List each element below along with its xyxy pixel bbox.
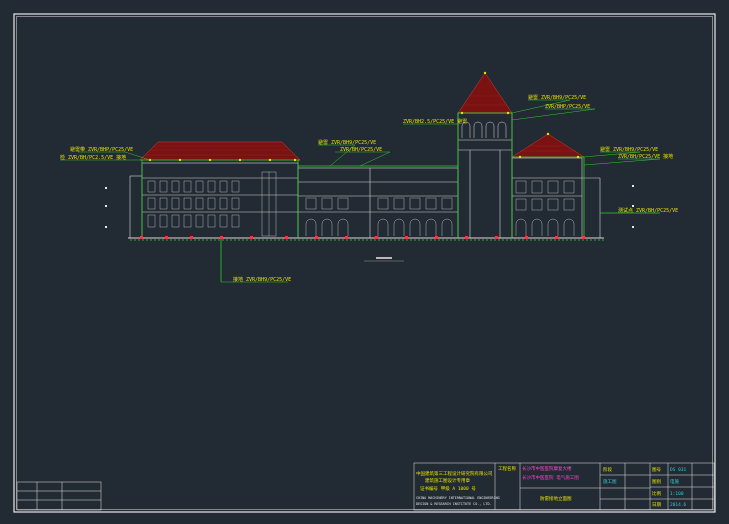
tower-roof bbox=[457, 72, 513, 114]
project-name-1: 长沙市中医医院康复大楼 bbox=[522, 465, 572, 472]
tower-note-1: 避雷 ZVR/BH9/PC25/VE bbox=[528, 94, 586, 101]
date-value: 2014.6 bbox=[670, 502, 687, 508]
right-side-note: 测试点 ZVR/BH/PC25/VE bbox=[618, 207, 678, 214]
stage-label: 阶段 bbox=[603, 466, 612, 473]
code-label: 图别 bbox=[652, 478, 661, 485]
left-roof-note-2: 检 ZVR/BH/PC2.5/VE 接地 bbox=[60, 154, 126, 161]
date-label: 日期 bbox=[652, 502, 661, 508]
company-name-en-1: CHINA MACHINERY INTERNATIONAL ENGINEERIN… bbox=[416, 496, 500, 500]
company-line3-cn: 证书编号 甲级 A 1000 号 bbox=[420, 485, 476, 492]
left-wing-windows bbox=[147, 171, 277, 237]
title-block: 中国建筑第三工程设计研究院有限公司 建筑施工图设计专用章 证书编号 甲级 A 1… bbox=[413, 462, 715, 511]
leader-lines bbox=[60, 99, 661, 283]
drawing-no: DS 031 bbox=[670, 467, 687, 473]
sheet-value: 1:100 bbox=[670, 491, 684, 497]
cad-drawing-canvas: 避雷带 ZVR/BHP/PC25/VE 检 ZVR/BH/PC2.5/VE 接地… bbox=[13, 13, 716, 513]
left-wing-roof bbox=[139, 141, 301, 161]
ground-markers bbox=[140, 236, 585, 239]
inner-frame bbox=[16, 16, 713, 510]
revision-table bbox=[16, 481, 102, 511]
drawing-title: 防雷接地立面图 bbox=[540, 495, 572, 502]
code-value: 电施 bbox=[670, 478, 679, 485]
left-roof-note-1: 避雷带 ZVR/BHP/PC25/VE bbox=[70, 146, 133, 153]
right-roof-note-1: 避雷 ZVR/BH9/PC25/VE bbox=[600, 146, 658, 153]
drawing-no-label: 图号 bbox=[652, 467, 661, 473]
right-roof-note-2: ZVR/BH/PC25/VE 接地 bbox=[618, 153, 673, 160]
company-name-cn: 中国建筑第三工程设计研究院有限公司 bbox=[416, 470, 493, 477]
arched-windows bbox=[305, 180, 575, 236]
project-name-2: 长沙市中医医院 电气施工图 bbox=[522, 474, 579, 481]
mid-roof-note-2: ZVR/BH/PC25/VE bbox=[340, 147, 382, 153]
lightning-conductors bbox=[130, 112, 604, 282]
stage-value: 施工图 bbox=[603, 478, 617, 485]
mid-roof-note-1: 避雷 ZVR/BH9/PC25/VE bbox=[318, 139, 376, 146]
tower-note-3: ZVR/BH2.5/PC25/VE 避雷 bbox=[403, 118, 467, 125]
company-name-en-2: DESIGN & RESEARCH INSTITUTE CO., LTD. bbox=[416, 502, 492, 506]
tower-arches bbox=[461, 121, 507, 138]
outer-frame bbox=[13, 13, 716, 513]
side-marks bbox=[105, 185, 634, 228]
facade-lines bbox=[128, 112, 604, 239]
company-sub-cn: 建筑施工图设计专用章 bbox=[425, 477, 470, 484]
project-label: 工程名称 bbox=[498, 465, 516, 472]
ground-note: 接地 ZVR/BH9/PC25/VE bbox=[233, 276, 291, 283]
tower-note-2: ZVR/BHP/PC25/VE bbox=[545, 104, 590, 110]
sheet-label: 比例 bbox=[652, 490, 661, 497]
right-wing-roof bbox=[511, 133, 585, 158]
